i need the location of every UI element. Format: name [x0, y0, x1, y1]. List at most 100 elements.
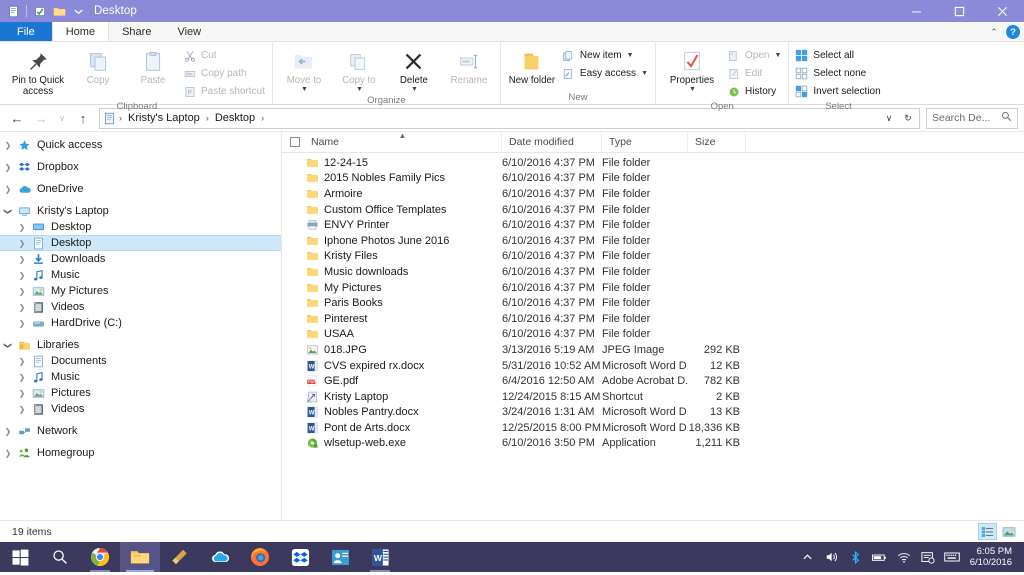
- column-header-size[interactable]: Size: [688, 131, 746, 153]
- refresh-button[interactable]: ↻: [900, 107, 916, 129]
- table-row[interactable]: Pinterest 6/10/2016 4:37 PM File folder: [282, 311, 1024, 327]
- sidebar-item-music[interactable]: ❯ Music: [0, 267, 281, 283]
- move-to-caret-icon[interactable]: ▼: [301, 86, 308, 94]
- easy-access-button[interactable]: Easy access ▼: [560, 65, 651, 82]
- sidebar-item-network[interactable]: ❯ Network: [0, 423, 281, 439]
- search-button[interactable]: [40, 542, 80, 572]
- sidebar-item-homegroup[interactable]: ❯ Homegroup: [0, 445, 281, 461]
- minimize-button[interactable]: [895, 0, 938, 22]
- chevron-right-icon[interactable]: ❯: [14, 287, 30, 296]
- properties-caret-icon[interactable]: ▼: [689, 86, 696, 94]
- chevron-right-icon[interactable]: ❯: [14, 357, 30, 366]
- clock[interactable]: 6:05 PM 6/10/2016: [964, 546, 1020, 568]
- select-all-button[interactable]: Select all: [793, 47, 883, 64]
- file-explorer-button[interactable]: [120, 542, 160, 572]
- table-row[interactable]: Armoire 6/10/2016 4:37 PM File folder: [282, 186, 1024, 202]
- tab-file[interactable]: File: [0, 22, 52, 41]
- table-row[interactable]: Kristy Files 6/10/2016 4:37 PM File folder: [282, 249, 1024, 265]
- edit-button[interactable]: Edit: [725, 65, 784, 82]
- table-row[interactable]: Paris Books 6/10/2016 4:37 PM File folder: [282, 295, 1024, 311]
- tab-home[interactable]: Home: [51, 22, 110, 41]
- navigation-pane[interactable]: ❯ Quick access ❯ Dropbox ❯ OneDrive ❯ Kristy's …: [0, 132, 282, 520]
- dropbox-button[interactable]: [280, 542, 320, 572]
- table-row[interactable]: 018.JPG 3/13/2016 5:19 AM JPEG Image 292 KB: [282, 342, 1024, 358]
- column-header-date-modified[interactable]: Date modified: [502, 131, 602, 153]
- sidebar-item-videos[interactable]: ❯ Videos: [0, 299, 281, 315]
- easy-access-caret-icon[interactable]: ▼: [641, 70, 648, 77]
- sidebar-item-pictures[interactable]: ❯ Pictures: [0, 385, 281, 401]
- customize-dropdown-icon[interactable]: [70, 3, 86, 19]
- properties-icon[interactable]: [5, 3, 21, 19]
- chevron-down-icon[interactable]: ❯: [4, 203, 13, 219]
- table-row[interactable]: 12-24-15 6/10/2016 4:37 PM File folder: [282, 155, 1024, 171]
- chevron-right-icon[interactable]: ❯: [0, 163, 16, 172]
- table-row[interactable]: Kristy Laptop 12/24/2015 8:15 AM Shortcut 2…: [282, 389, 1024, 405]
- large-icons-view-button[interactable]: [999, 523, 1018, 540]
- copy-path-button[interactable]: Copy path: [181, 65, 268, 82]
- sidebar-item-harddrive-c[interactable]: ❯ HardDrive (C:): [0, 315, 281, 331]
- show-hidden-icons-button[interactable]: [796, 542, 820, 572]
- sidebar-item-videos[interactable]: ❯ Videos: [0, 401, 281, 417]
- sidebar-item-my-pictures[interactable]: ❯ My Pictures: [0, 283, 281, 299]
- wifi-icon[interactable]: [892, 542, 916, 572]
- sidebar-item-libraries[interactable]: ❯ Libraries: [0, 337, 281, 353]
- tab-view[interactable]: View: [164, 22, 215, 41]
- copy-to-button[interactable]: Copy to ▼: [332, 45, 386, 94]
- new-folder-check-icon[interactable]: [32, 3, 48, 19]
- chevron-right-icon[interactable]: ❯: [14, 239, 30, 248]
- table-row[interactable]: Music downloads 6/10/2016 4:37 PM File fol…: [282, 264, 1024, 280]
- table-row[interactable]: W CVS expired rx.docx 5/31/2016 10:52 AM Mi…: [282, 358, 1024, 374]
- details-view-button[interactable]: [978, 523, 997, 540]
- skype-button[interactable]: [320, 542, 360, 572]
- breadcrumb-separator[interactable]: ›: [260, 113, 265, 123]
- help-icon[interactable]: ?: [1006, 25, 1020, 39]
- sidebar-item-desktop[interactable]: ❯ Desktop: [0, 235, 281, 251]
- select-all-checkbox-header[interactable]: [282, 132, 304, 153]
- chevron-right-icon[interactable]: ❯: [14, 255, 30, 264]
- table-row[interactable]: Iphone Photos June 2016 6/10/2016 4:37 PM…: [282, 233, 1024, 249]
- select-none-button[interactable]: Select none: [793, 65, 883, 82]
- chrome-button[interactable]: [80, 542, 120, 572]
- chevron-right-icon[interactable]: ❯: [14, 303, 30, 312]
- table-row[interactable]: USAA 6/10/2016 4:37 PM File folder: [282, 327, 1024, 343]
- table-row[interactable]: W Pont de Arts.docx 12/25/2015 8:00 PM Micr…: [282, 420, 1024, 436]
- table-row[interactable]: Custom Office Templates 6/10/2016 4:37 PM…: [282, 202, 1024, 218]
- word-button[interactable]: W: [360, 542, 400, 572]
- tab-share[interactable]: Share: [109, 22, 165, 41]
- chevron-right-icon[interactable]: ❯: [0, 185, 16, 194]
- sidebar-item-documents[interactable]: ❯ Documents: [0, 353, 281, 369]
- start-button[interactable]: [0, 542, 40, 572]
- breadcrumb-separator[interactable]: ›: [205, 113, 210, 123]
- table-row[interactable]: PDF GE.pdf 6/4/2016 12:50 AM Adobe Acrobat …: [282, 373, 1024, 389]
- column-header-type[interactable]: Type: [602, 131, 688, 153]
- chevron-right-icon[interactable]: ❯: [14, 271, 30, 280]
- folder-icon[interactable]: [51, 3, 67, 19]
- delete-button[interactable]: Delete ▼: [387, 45, 441, 94]
- firefox-button[interactable]: [240, 542, 280, 572]
- action-center-icon[interactable]: [916, 542, 940, 572]
- sidebar-item-dropbox[interactable]: ❯ Dropbox: [0, 159, 281, 175]
- sidebar-item-quick-access[interactable]: ❯ Quick access: [0, 137, 281, 153]
- close-button[interactable]: [981, 0, 1024, 22]
- maximize-button[interactable]: [938, 0, 981, 22]
- sidebar-item-downloads[interactable]: ❯ Downloads: [0, 251, 281, 267]
- chevron-right-icon[interactable]: ❯: [0, 141, 16, 150]
- volume-icon[interactable]: [820, 542, 844, 572]
- battery-icon[interactable]: [868, 542, 892, 572]
- open-caret-icon[interactable]: ▼: [774, 52, 781, 59]
- sidebar-item-onedrive[interactable]: ❯ OneDrive: [0, 181, 281, 197]
- chevron-right-icon[interactable]: ❯: [14, 223, 30, 232]
- new-item-button[interactable]: New item ▼: [560, 47, 651, 64]
- onedrive-button[interactable]: [200, 542, 240, 572]
- column-header-name[interactable]: ▲ Name: [304, 131, 502, 153]
- chevron-right-icon[interactable]: ❯: [14, 405, 30, 414]
- keyboard-icon[interactable]: [940, 542, 964, 572]
- table-row[interactable]: 2015 Nobles Family Pics 6/10/2016 4:37 PM…: [282, 171, 1024, 187]
- new-item-caret-icon[interactable]: ▼: [627, 52, 634, 59]
- cleaner-button[interactable]: [160, 542, 200, 572]
- copy-to-caret-icon[interactable]: ▼: [356, 86, 363, 94]
- pin-to-quick-access-button[interactable]: Pin to Quick access: [6, 45, 70, 97]
- chevron-right-icon[interactable]: ❯: [0, 427, 16, 436]
- paste-button[interactable]: Paste: [126, 45, 180, 86]
- paste-shortcut-button[interactable]: P Paste shortcut: [181, 83, 268, 100]
